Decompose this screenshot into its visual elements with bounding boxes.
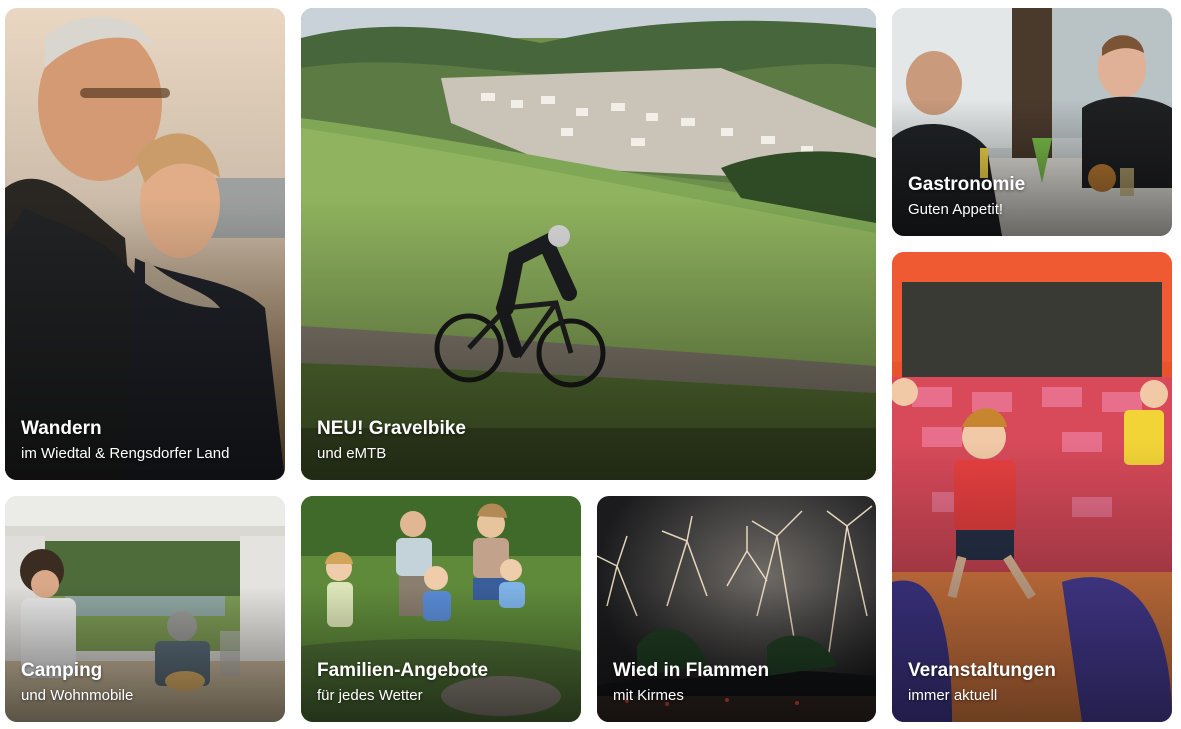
camping-caption: Camping und Wohnmobile xyxy=(21,660,133,706)
wandern-subtitle: im Wiedtal & Rengsdorfer Land xyxy=(21,445,230,462)
familien-title: Familien-Angebote xyxy=(317,660,489,681)
veranstaltungen-subtitle: immer aktuell xyxy=(908,687,998,704)
camping-subtitle: und Wohnmobile xyxy=(21,687,134,704)
wandern-caption: Wandern im Wiedtal & Rengsdorfer Land xyxy=(21,418,229,464)
gravelbike-subtitle: und eMTB xyxy=(317,445,387,462)
familien-caption: Familien-Angebote für jedes Wetter xyxy=(317,660,488,706)
wandern-title: Wandern xyxy=(21,418,102,439)
veranstaltungen-title: Veranstaltungen xyxy=(908,660,1056,681)
tile-wandern[interactable]: Wandern im Wiedtal & Rengsdorfer Land xyxy=(5,8,285,480)
tile-gastronomie[interactable]: Gastronomie Guten Appetit! xyxy=(892,8,1172,236)
tile-flammen[interactable]: Wied in Flammen mit Kirmes xyxy=(597,496,876,722)
gravelbike-title: NEU! Gravelbike xyxy=(317,418,466,439)
tile-gravelbike[interactable]: NEU! Gravelbike und eMTB xyxy=(301,8,876,480)
camping-title: Camping xyxy=(21,660,103,681)
gastronomie-caption: Gastronomie Guten Appetit! xyxy=(908,174,1025,220)
flammen-title: Wied in Flammen xyxy=(613,660,770,681)
flammen-subtitle: mit Kirmes xyxy=(613,687,684,704)
tile-veranstaltungen[interactable]: Veranstaltungen immer aktuell xyxy=(892,252,1172,722)
veranstaltungen-caption: Veranstaltungen immer aktuell xyxy=(908,660,1056,706)
gastronomie-subtitle: Guten Appetit! xyxy=(908,201,1004,218)
tile-camping[interactable]: Camping und Wohnmobile xyxy=(5,496,285,722)
gastronomie-title: Gastronomie xyxy=(908,174,1026,195)
tile-familien[interactable]: Familien-Angebote für jedes Wetter xyxy=(301,496,581,722)
gravelbike-caption: NEU! Gravelbike und eMTB xyxy=(317,418,466,464)
flammen-caption: Wied in Flammen mit Kirmes xyxy=(613,660,769,706)
familien-subtitle: für jedes Wetter xyxy=(317,687,423,704)
